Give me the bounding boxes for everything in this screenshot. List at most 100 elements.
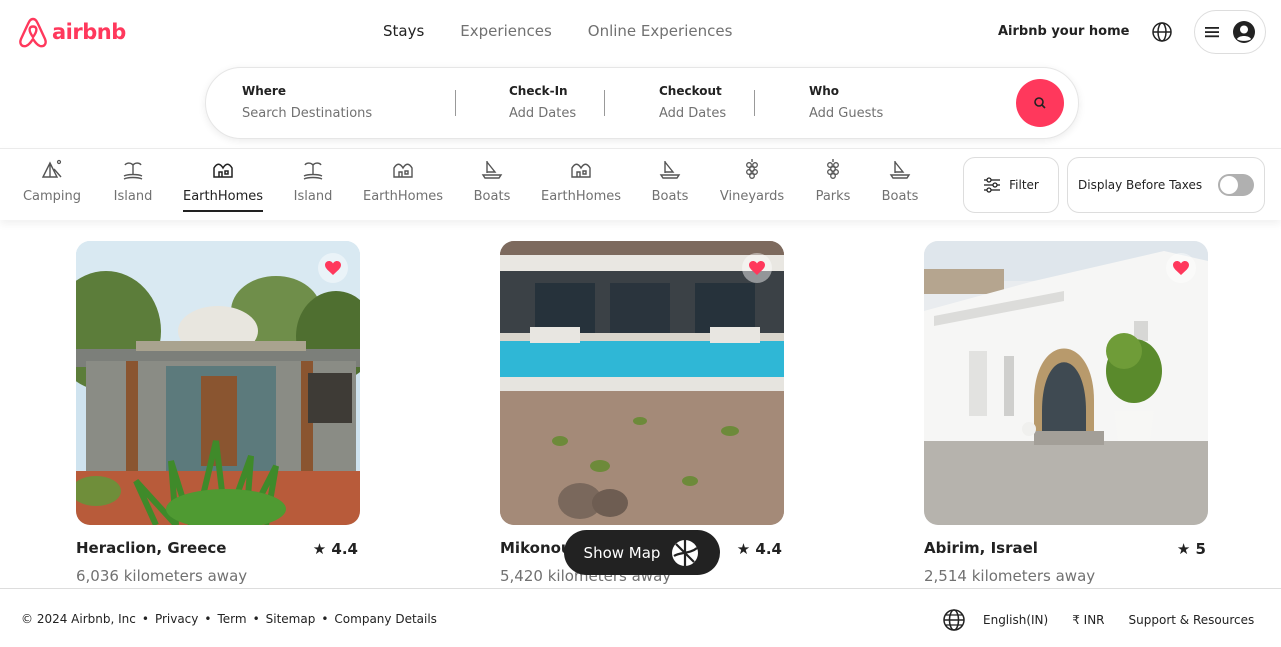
where-field[interactable]: Where Search Destinations bbox=[242, 84, 372, 121]
favorite-button[interactable] bbox=[1166, 253, 1196, 283]
grapes-icon bbox=[746, 159, 758, 179]
show-map-label: Show Map bbox=[583, 543, 661, 562]
category-boats[interactable]: Boats bbox=[625, 157, 715, 204]
category-label: Parks bbox=[815, 189, 851, 204]
tab-online-experiences[interactable]: Online Experiences bbox=[588, 22, 733, 40]
listing-card[interactable]: Heraclion, Greece ★ 4.4 6,036 kilometers… bbox=[76, 241, 360, 585]
heart-icon bbox=[1173, 261, 1189, 275]
search-divider bbox=[455, 90, 456, 116]
currency-selector[interactable]: ₹ INR bbox=[1072, 613, 1104, 627]
search-icon bbox=[1034, 97, 1046, 109]
island-icon bbox=[123, 162, 143, 180]
listing-distance: 6,036 kilometers away bbox=[76, 567, 248, 585]
listing-card[interactable]: Abirim, Israel ★ 5 2,514 kilometers away bbox=[924, 241, 1208, 585]
category-label: Boats bbox=[651, 189, 689, 204]
who-value: Add Guests bbox=[809, 106, 884, 121]
search-divider bbox=[604, 90, 605, 116]
favorite-button[interactable] bbox=[318, 253, 348, 283]
listing-card[interactable]: Mikonou ★ 4.4 5,420 kilometers away bbox=[500, 241, 784, 585]
boat-icon bbox=[659, 161, 681, 179]
hamburger-icon bbox=[1205, 27, 1219, 38]
filter-button[interactable]: Filter bbox=[963, 157, 1059, 213]
footer-link-company-details[interactable]: Company Details bbox=[334, 612, 437, 626]
category-boats[interactable]: Boats bbox=[447, 157, 537, 204]
category-bar: Camping Island EarthHomes Island EarthHo… bbox=[0, 148, 1281, 220]
category-label: EarthHomes bbox=[362, 189, 444, 204]
category-label: Island bbox=[293, 189, 333, 204]
listing-image-white-house bbox=[924, 241, 1208, 525]
nav-tabs: Stays Experiences Online Experiences bbox=[383, 22, 732, 40]
where-label: Where bbox=[242, 84, 286, 98]
footer-separator: • bbox=[141, 612, 149, 626]
language-selector[interactable]: English(IN) bbox=[983, 613, 1048, 627]
listing-photo[interactable] bbox=[924, 241, 1208, 525]
checkout-label: Checkout bbox=[659, 84, 722, 98]
listing-photo[interactable] bbox=[500, 241, 784, 525]
category-earthhomes[interactable]: EarthHomes bbox=[178, 157, 268, 212]
favorite-button[interactable] bbox=[742, 253, 772, 283]
listing-meta: Heraclion, Greece ★ 4.4 6,036 kilometers… bbox=[76, 539, 360, 585]
footer-separator: • bbox=[204, 612, 212, 626]
globe-icon[interactable] bbox=[942, 608, 966, 632]
category-label: Camping bbox=[22, 189, 82, 204]
listing-meta: Abirim, Israel ★ 5 2,514 kilometers away bbox=[924, 539, 1208, 585]
listing-image-earthhome bbox=[76, 241, 360, 525]
copyright-text: © 2024 Airbnb, Inc bbox=[21, 612, 136, 626]
boat-icon bbox=[481, 161, 503, 179]
show-map-button[interactable]: Show Map bbox=[564, 530, 720, 575]
footer-separator: • bbox=[252, 612, 260, 626]
search-divider bbox=[754, 90, 755, 116]
taxes-toggle[interactable] bbox=[1218, 174, 1255, 196]
tent-icon bbox=[41, 159, 62, 178]
filter-label: Filter bbox=[1009, 178, 1039, 192]
listing-title: Abirim, Israel bbox=[924, 539, 1038, 557]
top-header: airbnb Stays Experiences Online Experien… bbox=[0, 0, 1281, 64]
listing-rating: ★ 4.4 bbox=[312, 540, 358, 558]
toggle-knob bbox=[1220, 176, 1239, 194]
boat-icon bbox=[889, 161, 911, 179]
globe-icon bbox=[1152, 22, 1172, 42]
language-button[interactable] bbox=[1150, 20, 1174, 44]
checkout-field[interactable]: Checkout Add Dates bbox=[659, 84, 726, 121]
who-label: Who bbox=[809, 84, 840, 98]
listing-photo[interactable] bbox=[76, 241, 360, 525]
heart-icon bbox=[749, 261, 765, 275]
island-icon bbox=[303, 162, 323, 180]
checkin-value: Add Dates bbox=[509, 106, 577, 121]
category-earthhomes[interactable]: EarthHomes bbox=[536, 157, 626, 204]
display-before-taxes: Display Before Taxes bbox=[1067, 157, 1265, 213]
earthhome-icon bbox=[571, 163, 591, 178]
category-label: EarthHomes bbox=[182, 189, 264, 212]
tab-experiences[interactable]: Experiences bbox=[460, 22, 551, 40]
search-button[interactable] bbox=[1016, 79, 1064, 127]
earthhome-icon bbox=[393, 163, 413, 178]
footer-link-privacy[interactable]: Privacy bbox=[155, 612, 198, 626]
footer: © 2024 Airbnb, Inc • Privacy • Term • Si… bbox=[0, 588, 1281, 647]
who-field[interactable]: Who Add Guests bbox=[809, 84, 883, 121]
checkin-label: Check-In bbox=[509, 84, 568, 98]
checkin-field[interactable]: Check-In Add Dates bbox=[509, 84, 576, 121]
category-island[interactable]: Island bbox=[268, 157, 358, 204]
category-vineyards[interactable]: Vineyards bbox=[707, 157, 797, 204]
airbnb-your-home-link[interactable]: Airbnb your home bbox=[998, 24, 1129, 39]
category-label: EarthHomes bbox=[540, 189, 622, 204]
sliders-icon bbox=[984, 177, 1001, 193]
where-input[interactable]: Search Destinations bbox=[242, 106, 372, 121]
footer-link-term[interactable]: Term bbox=[217, 612, 246, 626]
tab-stays[interactable]: Stays bbox=[383, 22, 424, 40]
user-menu-button[interactable] bbox=[1194, 10, 1266, 54]
category-boats[interactable]: Boats bbox=[855, 157, 945, 204]
support-resources-link[interactable]: Support & Resources bbox=[1129, 613, 1255, 627]
logo-text: airbnb bbox=[52, 20, 126, 44]
category-camping[interactable]: Camping bbox=[7, 157, 97, 204]
category-label: Boats bbox=[473, 189, 511, 204]
grapes-icon bbox=[827, 159, 839, 179]
listing-image-pool-villa bbox=[500, 241, 784, 525]
checkout-value: Add Dates bbox=[659, 106, 727, 121]
category-island[interactable]: Island bbox=[88, 157, 178, 204]
category-label: Island bbox=[113, 189, 153, 204]
taxes-label: Display Before Taxes bbox=[1078, 178, 1203, 192]
footer-link-sitemap[interactable]: Sitemap bbox=[266, 612, 316, 626]
airbnb-logo[interactable]: airbnb bbox=[18, 16, 126, 48]
category-earthhomes[interactable]: EarthHomes bbox=[358, 157, 448, 204]
